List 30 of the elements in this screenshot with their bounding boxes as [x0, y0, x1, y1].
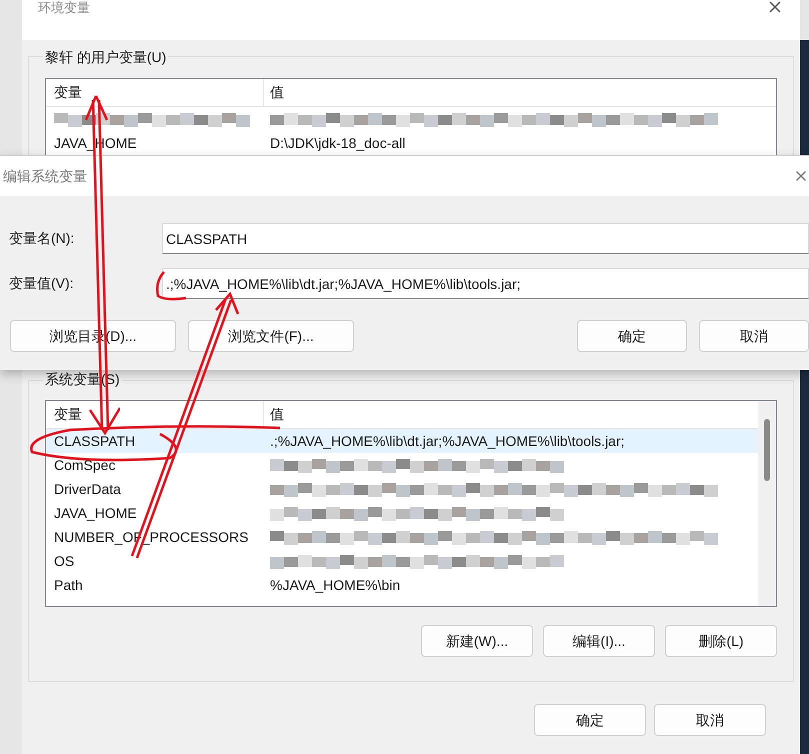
variable-name: CLASSPATH	[54, 432, 136, 450]
column-header[interactable]: 变量	[46, 79, 264, 106]
variable-value: .;%JAVA_HOME%\lib\dt.jar;%JAVA_HOME%\lib\tools.jar;	[270, 432, 625, 451]
field-label: 变量名(N):	[8, 229, 76, 248]
dialog-button[interactable]: 取消	[654, 704, 766, 736]
list-action-button[interactable]: 删除(L)	[665, 625, 777, 657]
window-title: 环境变量	[38, 0, 90, 17]
dialog-button[interactable]: 取消	[699, 320, 809, 352]
dialog-button[interactable]: 确定	[577, 320, 687, 352]
browse-button[interactable]: 浏览文件(F)...	[188, 320, 354, 352]
input-field[interactable]: CLASSPATH	[162, 223, 809, 254]
scrollbar[interactable]	[758, 401, 776, 606]
column-header[interactable]: 值	[264, 79, 776, 106]
variable-name: JAVA_HOME	[54, 504, 137, 523]
column-header[interactable]: 值	[264, 401, 758, 428]
group-title: 黎轩 的用户变量(U)	[43, 47, 168, 68]
variable-value: %JAVA_HOME%\bin	[270, 576, 400, 595]
column-header[interactable]: 变量	[46, 401, 264, 428]
input-field[interactable]: .;%JAVA_HOME%\lib\dt.jar;%JAVA_HOME%\lib\tools.jar;	[162, 268, 809, 299]
dialog-title: 编辑系统变量	[3, 166, 87, 186]
variable-name: OS	[54, 552, 74, 570]
list-action-button[interactable]: 新建(W)...	[421, 625, 533, 657]
dialog-button[interactable]: 确定	[534, 704, 646, 736]
variable-name: Path	[54, 576, 83, 594]
field-label: 变量值(V):	[8, 274, 75, 293]
variable-row[interactable]: CLASSPATH .;%JAVA_HOME%\lib\dt.jar;%JAVA_HOME%\lib\tools.jar;	[46, 429, 758, 453]
variable-value: D:\JDK\jdk-18_doc-all	[270, 134, 406, 153]
variable-name: DriverData	[54, 480, 121, 498]
variable-name: ComSpec	[54, 456, 116, 475]
list-action-button[interactable]: 编辑(I)...	[543, 625, 655, 657]
